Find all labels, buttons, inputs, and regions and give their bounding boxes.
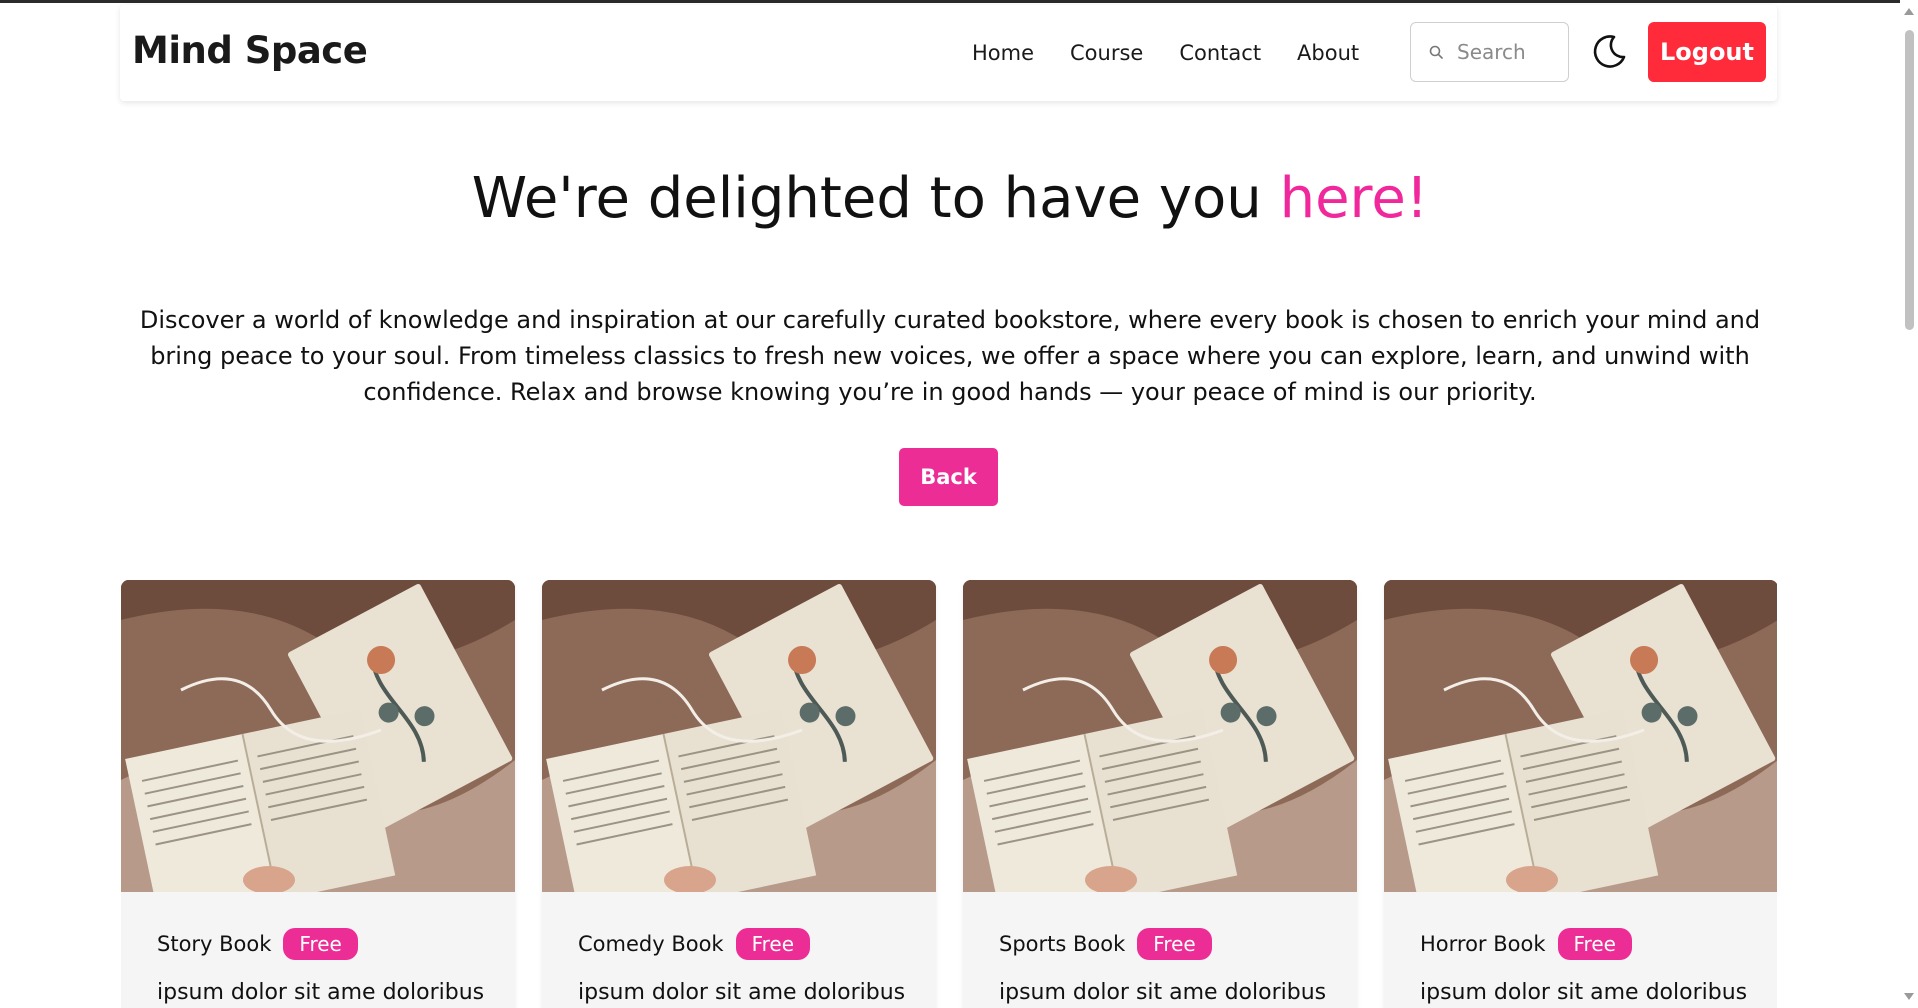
card-body: Horror Book Free ipsum dolor sit ame dol… [1384, 892, 1777, 1005]
theme-toggle[interactable] [1588, 31, 1630, 73]
scroll-down-arrow-icon[interactable] [1904, 993, 1914, 1000]
nav-link-contact[interactable]: Contact [1179, 41, 1261, 65]
price-badge: Free [1137, 928, 1212, 960]
book-photo-illustration [1384, 580, 1777, 892]
book-cover-image [963, 580, 1357, 892]
card-description: ipsum dolor sit ame doloribus [999, 980, 1327, 1005]
hero-title-accent: here! [1279, 166, 1429, 231]
scrollbar-thumb[interactable] [1905, 30, 1914, 330]
card-title: Story Book [157, 932, 272, 956]
card-title-row: Horror Book Free [1420, 928, 1742, 960]
navbar: Mind Space Home Course Contact About Log… [120, 5, 1777, 101]
card-body: Sports Book Free ipsum dolor sit ame dol… [963, 892, 1357, 1005]
brand-logo[interactable]: Mind Space [132, 29, 368, 72]
scroll-up-arrow-icon[interactable] [1904, 8, 1914, 15]
logout-button[interactable]: Logout [1648, 22, 1766, 82]
card-title-row: Story Book Free [157, 928, 479, 960]
moon-icon [1593, 35, 1626, 68]
nav-link-home[interactable]: Home [972, 41, 1034, 65]
card-description: ipsum dolor sit ame doloribus [157, 980, 485, 1005]
card-body: Story Book Free ipsum dolor sit ame dolo… [121, 892, 515, 1005]
book-cover-image [121, 580, 515, 892]
nav-links: Home Course Contact About [972, 5, 1395, 101]
book-card[interactable]: Comedy Book Free ipsum dolor sit ame dol… [542, 580, 936, 1008]
book-cover-image [1384, 580, 1777, 892]
window-top-border [0, 0, 1900, 3]
card-description: ipsum dolor sit ame doloribus [1420, 980, 1748, 1005]
vertical-scrollbar[interactable] [1900, 0, 1918, 1008]
hero-title-main: We're delighted to have you [471, 166, 1280, 231]
book-card[interactable]: Horror Book Free ipsum dolor sit ame dol… [1384, 580, 1777, 1008]
card-description: ipsum dolor sit ame doloribus [578, 980, 906, 1005]
back-button[interactable]: Back [899, 448, 998, 506]
card-title-row: Sports Book Free [999, 928, 1321, 960]
book-card[interactable]: Story Book Free ipsum dolor sit ame dolo… [121, 580, 515, 1008]
nav-link-course[interactable]: Course [1070, 41, 1143, 65]
search-input[interactable] [1455, 39, 1555, 65]
book-cover-image [542, 580, 936, 892]
nav-link-about[interactable]: About [1297, 41, 1359, 65]
card-body: Comedy Book Free ipsum dolor sit ame dol… [542, 892, 936, 1005]
book-card[interactable]: Sports Book Free ipsum dolor sit ame dol… [963, 580, 1357, 1008]
price-badge: Free [735, 928, 811, 960]
hero-title: We're delighted to have you here! [0, 166, 1900, 231]
book-cards: Story Book Free ipsum dolor sit ame dolo… [121, 580, 1777, 1008]
price-badge: Free [283, 928, 358, 960]
card-title: Sports Book [999, 932, 1126, 956]
book-photo-illustration [542, 580, 936, 892]
search-box[interactable] [1410, 22, 1569, 82]
card-title-row: Comedy Book Free [578, 928, 900, 960]
card-title: Comedy Book [578, 932, 724, 956]
hero-description: Discover a world of knowledge and inspir… [139, 306, 1761, 406]
card-title: Horror Book [1420, 932, 1546, 956]
price-badge: Free [1557, 928, 1632, 960]
book-photo-illustration [963, 580, 1357, 892]
search-icon [1429, 45, 1443, 59]
book-photo-illustration [121, 580, 515, 892]
